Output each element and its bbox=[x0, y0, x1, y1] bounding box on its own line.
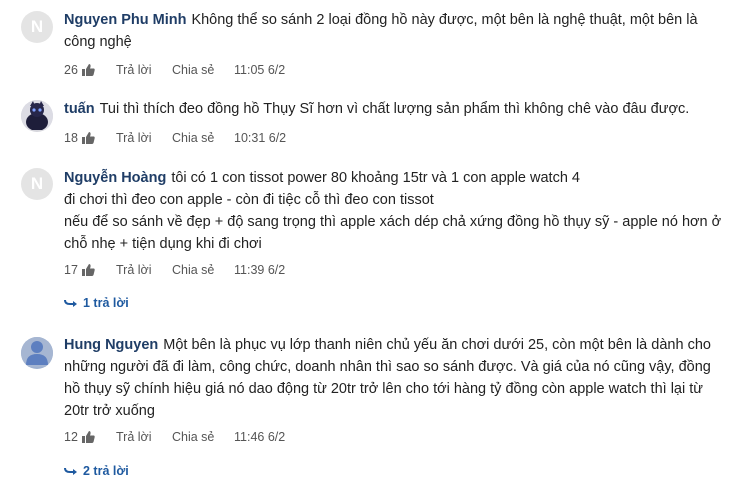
comment-text-line: đi chơi thì đeo con apple - còn đi tiệc … bbox=[64, 192, 434, 208]
comment-text-line: Một bên là phục vụ lớp thanh niên chủ yế… bbox=[163, 337, 711, 353]
comment-author[interactable]: tuấn bbox=[64, 101, 95, 117]
share-button[interactable]: Chia sẻ bbox=[172, 131, 234, 145]
comment-body: Nguyễn Hoàng tôi có 1 con tissot power 80… bbox=[64, 167, 724, 255]
comment-time: 11:05 6/2 bbox=[234, 63, 286, 77]
comment-actions: 12 Trả lời Chia sẻ 11:46 6/2 bbox=[64, 428, 285, 446]
like-count: 17 bbox=[64, 263, 78, 277]
comment-text-line: Không thể so sánh 2 loại đồng hồ này đượ… bbox=[191, 12, 698, 28]
comment-time: 11:39 6/2 bbox=[234, 263, 286, 277]
comment-text-line: công nghệ bbox=[64, 34, 132, 50]
reply-arrow-icon bbox=[64, 299, 77, 307]
comment-text-line: hồ thụy sỹ chính hiệu giá nó dao động từ… bbox=[64, 381, 703, 397]
comment-actions: 26 Trả lời Chia sẻ 11:05 6/2 bbox=[64, 61, 285, 79]
comment-text-line: tôi có 1 con tissot power 80 khoảng 15tr… bbox=[171, 170, 580, 186]
like-button[interactable]: 26 bbox=[64, 63, 116, 77]
avatar[interactable]: N bbox=[21, 168, 53, 200]
reply-button[interactable]: Trả lời bbox=[116, 131, 172, 145]
replies-count: 2 trả lời bbox=[83, 464, 129, 478]
comment-text-line: những người đã đi làm, công chức, doanh … bbox=[64, 359, 711, 375]
comment-body: Hung Nguyen Một bên là phục vụ lớp thanh … bbox=[64, 334, 724, 422]
comment-author[interactable]: Nguyễn Hoàng bbox=[64, 170, 166, 186]
thumbs-up-icon bbox=[81, 64, 95, 76]
avatar-letter: N bbox=[30, 174, 44, 193]
like-button[interactable]: 18 bbox=[64, 131, 116, 145]
comment-body: tuấn Tui thì thích đeo đồng hồ Thụy Sĩ hơ… bbox=[64, 98, 724, 120]
replies-count: 1 trả lời bbox=[83, 296, 129, 310]
comment-text-line: 20tr trở xuống bbox=[64, 403, 155, 419]
reply-arrow-icon bbox=[64, 467, 77, 475]
reply-button[interactable]: Trả lời bbox=[116, 430, 172, 444]
user-photo-icon bbox=[21, 100, 53, 132]
comment-time: 10:31 6/2 bbox=[234, 131, 287, 145]
like-button[interactable]: 17 bbox=[64, 263, 116, 277]
comment-actions: 17 Trả lời Chia sẻ 11:39 6/2 bbox=[64, 261, 285, 279]
avatar-letter: N bbox=[30, 17, 44, 36]
comment-body: Nguyen Phu Minh Không thể so sánh 2 loại … bbox=[64, 9, 724, 53]
thumbs-up-icon bbox=[81, 132, 95, 144]
like-count: 26 bbox=[64, 63, 78, 77]
share-button[interactable]: Chia sẻ bbox=[172, 430, 234, 444]
thumbs-up-icon bbox=[81, 264, 95, 276]
comment-author[interactable]: Nguyen Phu Minh bbox=[64, 12, 186, 28]
avatar[interactable] bbox=[21, 100, 53, 132]
comment-actions: 18 Trả lời Chia sẻ 10:31 6/2 bbox=[64, 129, 286, 147]
comment-text-line: chỗ nhẹ + tiện dụng khi đi chơi bbox=[64, 236, 262, 252]
view-replies-link[interactable]: 2 trả lời bbox=[64, 464, 129, 478]
comment-text-line: Tui thì thích đeo đồng hồ Thụy Sĩ hơn vì… bbox=[99, 101, 690, 117]
reply-button[interactable]: Trả lời bbox=[116, 263, 172, 277]
reply-button[interactable]: Trả lời bbox=[116, 63, 172, 77]
like-button[interactable]: 12 bbox=[64, 430, 116, 444]
comment-text-line: nếu để so sánh về đẹp + độ sang trọng th… bbox=[64, 214, 722, 230]
like-count: 12 bbox=[64, 430, 78, 444]
avatar[interactable] bbox=[21, 337, 53, 369]
share-button[interactable]: Chia sẻ bbox=[172, 63, 234, 77]
default-user-icon bbox=[21, 337, 53, 369]
comment-author[interactable]: Hung Nguyen bbox=[64, 337, 158, 353]
avatar[interactable]: N bbox=[21, 11, 53, 43]
like-count: 18 bbox=[64, 131, 78, 145]
comment-time: 11:46 6/2 bbox=[234, 430, 286, 444]
view-replies-link[interactable]: 1 trả lời bbox=[64, 296, 129, 310]
share-button[interactable]: Chia sẻ bbox=[172, 263, 234, 277]
thumbs-up-icon bbox=[81, 431, 95, 443]
